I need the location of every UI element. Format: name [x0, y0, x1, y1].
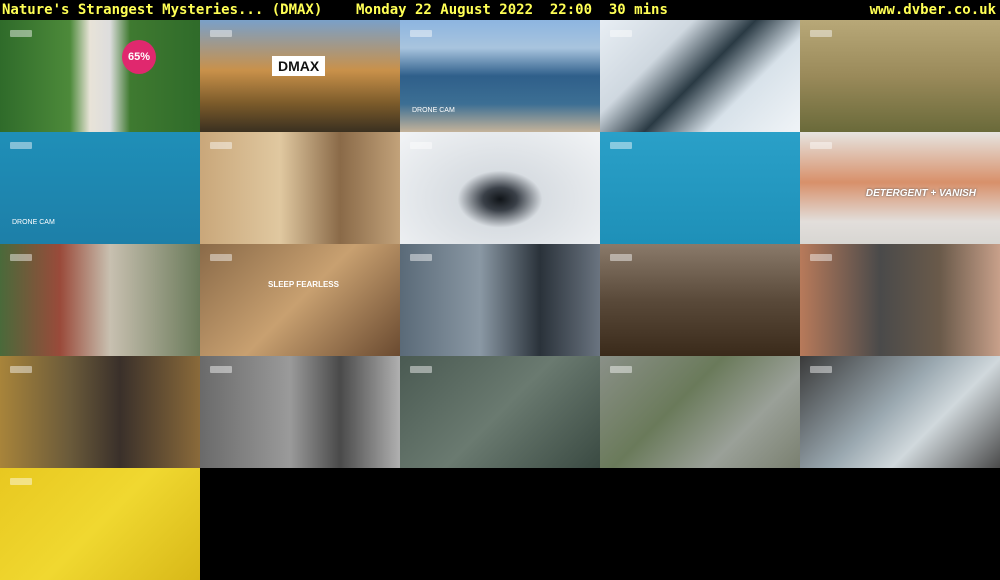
- thumbnail-lake-aerial[interactable]: DRONE CAM: [400, 20, 600, 132]
- channel-logo-icon: [810, 254, 832, 261]
- channel-logo-icon: [410, 142, 432, 149]
- site-link[interactable]: www.dvber.co.uk: [870, 0, 996, 20]
- channel-logo-icon: [610, 366, 632, 373]
- channel-logo-icon: [610, 30, 632, 37]
- thumbnail-wolves-fighting[interactable]: [200, 356, 400, 468]
- thumbnail-sleep-fearless[interactable]: SLEEP FEARLESS: [200, 244, 400, 356]
- thumbnail-man-glasses[interactable]: [400, 244, 600, 356]
- thumbnail-caption: DMAX: [272, 56, 326, 76]
- thumbnail-caption: 65%: [122, 40, 156, 74]
- thumbnail-hail-machine[interactable]: [800, 356, 1000, 468]
- channel-logo-icon: [210, 30, 232, 37]
- channel-logo-icon: [210, 254, 232, 261]
- thumbnail-man-speaking[interactable]: [800, 244, 1000, 356]
- thumbnail-water-drone[interactable]: DRONE CAM: [0, 132, 200, 244]
- channel-logo-icon: [210, 142, 232, 149]
- channel-logo-icon: [10, 30, 32, 37]
- thumbnail-map-graphic[interactable]: [400, 356, 600, 468]
- page-title: Nature's Strangest Mysteries... (DMAX) M…: [2, 2, 668, 18]
- channel-logo-icon: [10, 366, 32, 373]
- channel-logo-icon: [810, 30, 832, 37]
- channel-logo-icon: [410, 366, 432, 373]
- channel-logo-icon: [810, 366, 832, 373]
- channel-logo-icon: [210, 366, 232, 373]
- thumbnail-caption: DRONE CAM: [412, 107, 455, 114]
- thumbnail-ice-cracks[interactable]: [600, 20, 800, 132]
- thumbnail-caption: DRONE CAM: [12, 219, 55, 226]
- thumbnail-presenter-room[interactable]: [200, 132, 400, 244]
- thumbnail-sinkhole-aerial[interactable]: [600, 356, 800, 468]
- thumbnail-caption: SLEEP FEARLESS: [268, 280, 339, 289]
- thumbnail-caption: DETERGENT + VANISH: [865, 188, 976, 199]
- thumbnail-wolf-closeup[interactable]: [0, 356, 200, 468]
- thumbnail-detergent-vanish[interactable]: DETERGENT + VANISH: [800, 132, 1000, 244]
- thumbnail-yellow-products[interactable]: [0, 468, 200, 580]
- thumbnail-couple-ad[interactable]: [0, 244, 200, 356]
- channel-logo-icon: [10, 254, 32, 261]
- channel-logo-icon: [10, 478, 32, 485]
- thumbnail-ice-hole[interactable]: [400, 132, 600, 244]
- channel-logo-icon: [810, 142, 832, 149]
- thumbnail-blue-water[interactable]: [600, 132, 800, 244]
- channel-logo-icon: [410, 30, 432, 37]
- channel-logo-icon: [610, 142, 632, 149]
- thumbnail-forest-river[interactable]: DMAX: [200, 20, 400, 132]
- thumbnail-beaver[interactable]: [600, 244, 800, 356]
- thumbnail-alpaca[interactable]: 65%: [0, 20, 200, 132]
- thumbnail-grid: 65% DMAX DRONE CAM DRONE CAM DETERGENT + VAN…: [0, 20, 1000, 580]
- channel-logo-icon: [410, 254, 432, 261]
- channel-logo-icon: [10, 142, 32, 149]
- channel-logo-icon: [610, 254, 632, 261]
- thumbnail-grassland-animal[interactable]: [800, 20, 1000, 132]
- header-bar: Nature's Strangest Mysteries... (DMAX) M…: [0, 0, 1000, 20]
